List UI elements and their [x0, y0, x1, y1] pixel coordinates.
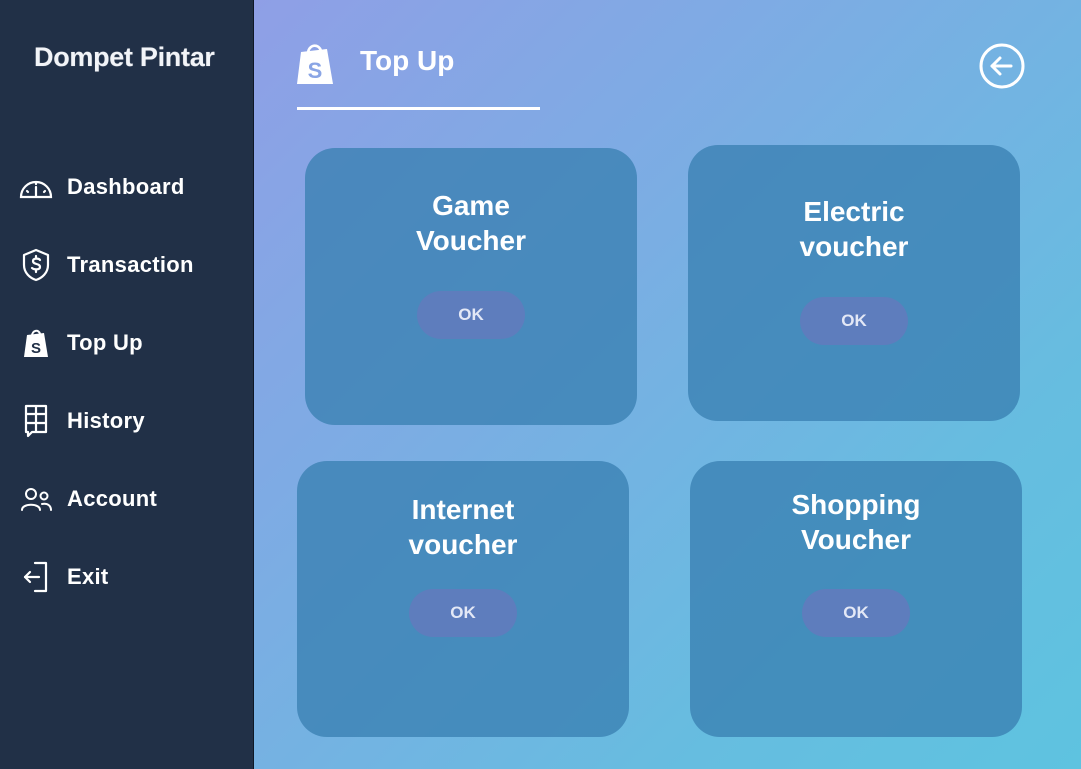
receipt-icon: [18, 403, 54, 439]
voucher-card-game: Game Voucher OK: [305, 148, 637, 425]
back-button[interactable]: [978, 42, 1026, 90]
sidebar-item-label: Exit: [67, 564, 109, 589]
sidebar: Dompet Pintar Dashboard Transaction S To…: [0, 0, 254, 769]
users-icon: [18, 481, 54, 517]
gauge-icon: [18, 169, 54, 205]
sidebar-item-label: Account: [67, 486, 158, 511]
exit-icon: [18, 559, 54, 595]
sidebar-item-label: History: [67, 408, 145, 433]
ok-button[interactable]: OK: [409, 589, 517, 637]
arrow-left-circle-icon: [978, 43, 1026, 94]
sidebar-item-label: Dashboard: [67, 174, 185, 199]
title-underline: [297, 107, 540, 110]
shield-dollar-icon: [18, 247, 54, 283]
sidebar-item-label: Transaction: [67, 252, 194, 277]
svg-text:S: S: [31, 340, 41, 357]
sidebar-item-account[interactable]: Account: [18, 479, 243, 519]
ok-button[interactable]: OK: [417, 291, 525, 339]
card-title: Shopping Voucher: [791, 489, 921, 555]
svg-text:S: S: [308, 58, 323, 83]
voucher-card-internet: Internet voucher OK: [297, 461, 629, 737]
card-title: Electric voucher: [799, 196, 909, 262]
sidebar-item-history[interactable]: History: [18, 401, 243, 441]
sidebar-item-exit[interactable]: Exit: [18, 557, 243, 597]
brand-title: Dompet Pintar: [34, 42, 215, 72]
shopify-bag-icon: S: [18, 325, 54, 361]
ok-button[interactable]: OK: [802, 589, 910, 637]
ok-button[interactable]: OK: [800, 297, 908, 345]
shopify-bag-icon: S: [296, 42, 334, 86]
sidebar-item-transaction[interactable]: Transaction: [18, 245, 243, 285]
voucher-card-electric: Electric voucher OK: [688, 145, 1020, 421]
sidebar-item-label: Top Up: [67, 330, 143, 355]
card-title: Game Voucher: [416, 190, 526, 256]
page-title: Top Up: [360, 45, 455, 76]
sidebar-item-top-up[interactable]: S Top Up: [18, 323, 243, 363]
main-content: S Top Up Game Voucher OK Electric vouche…: [254, 0, 1081, 769]
voucher-card-shopping: Shopping Voucher OK: [690, 461, 1022, 737]
sidebar-item-dashboard[interactable]: Dashboard: [18, 167, 243, 207]
card-title: Internet voucher: [408, 494, 518, 560]
